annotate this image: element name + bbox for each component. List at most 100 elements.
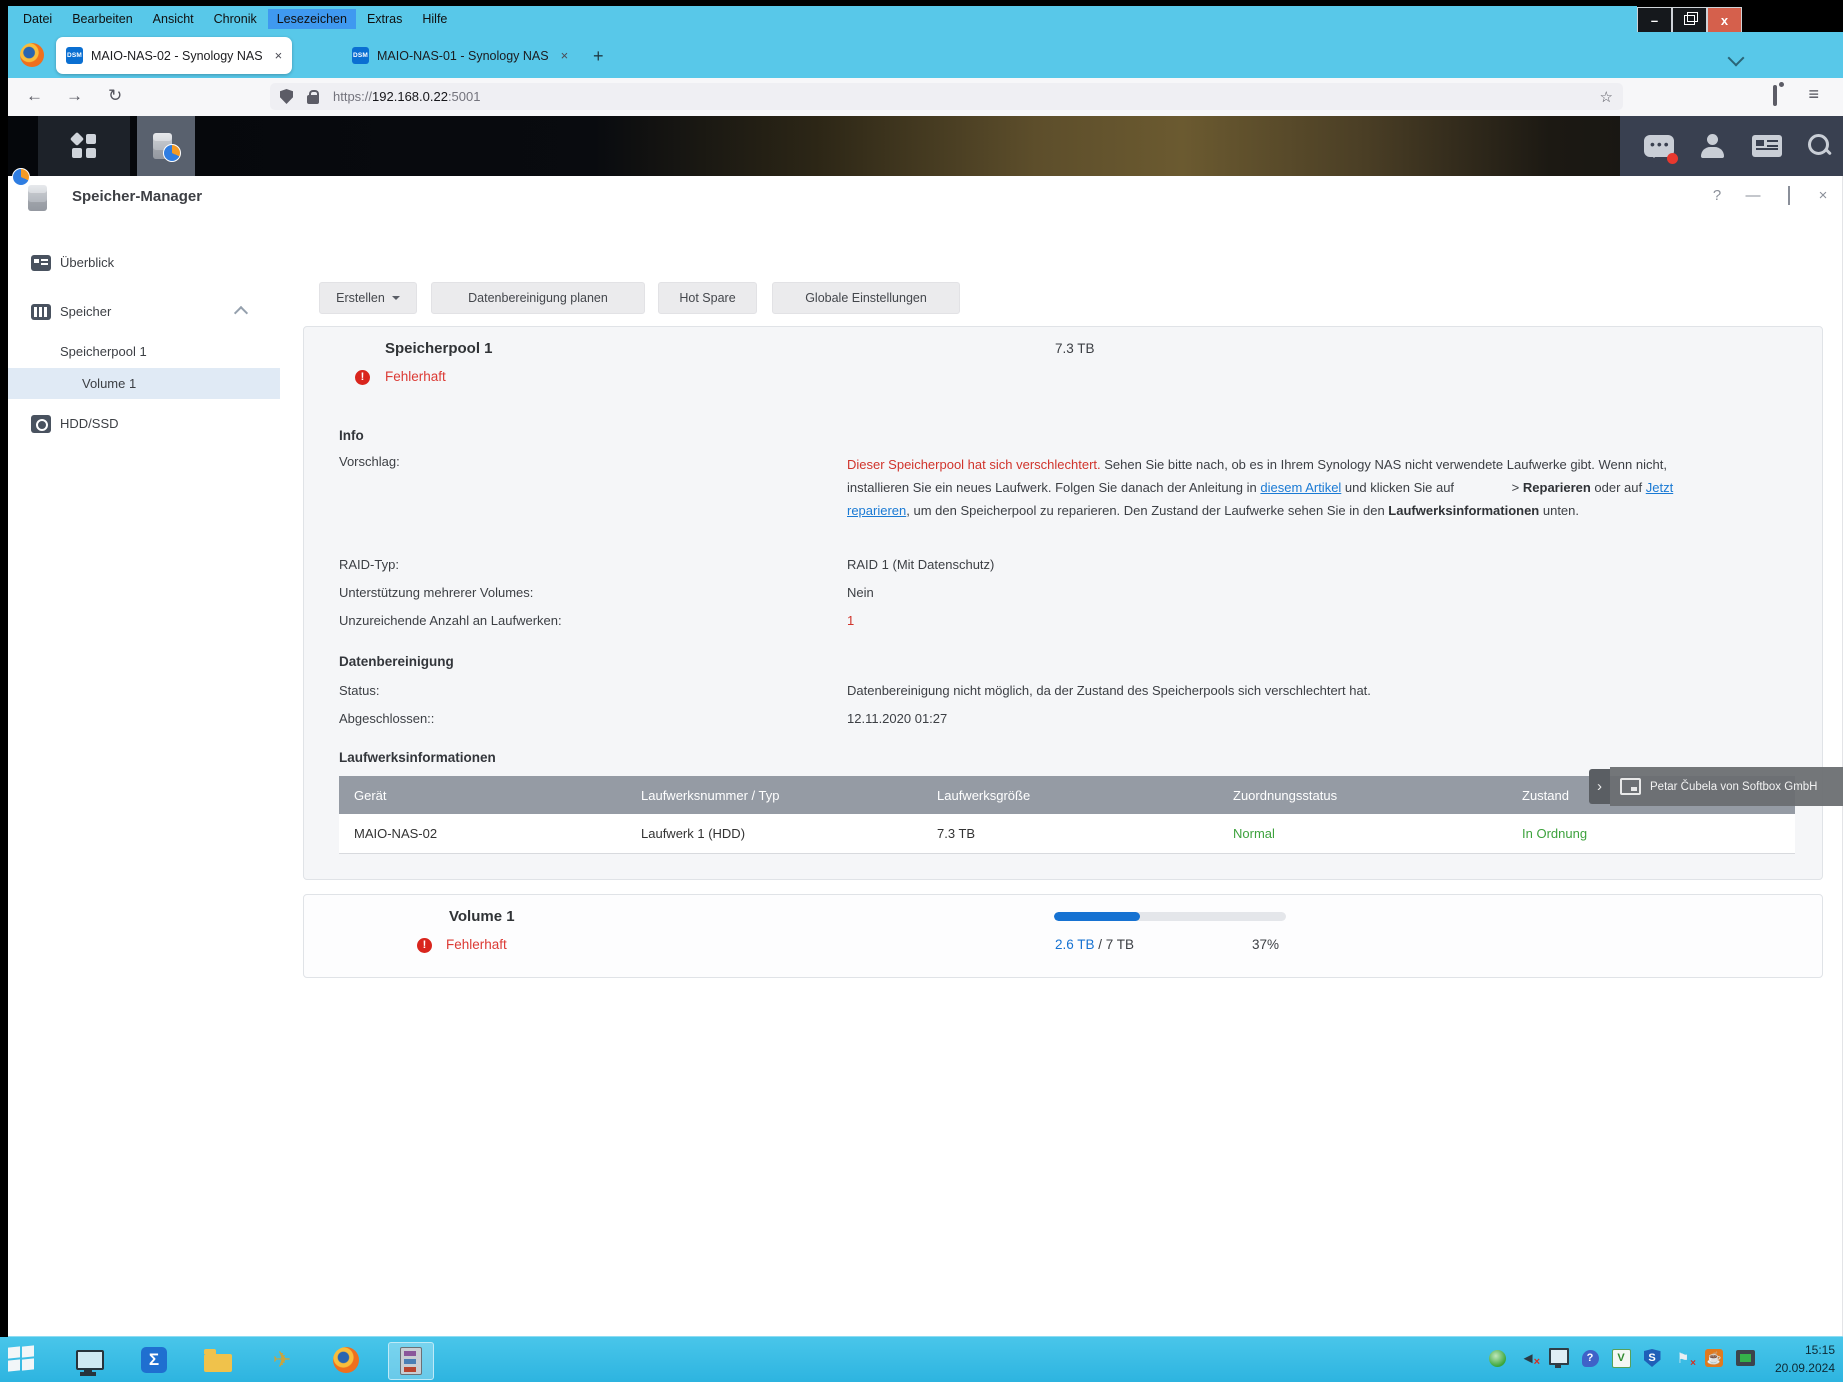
tab-close-icon[interactable]: × — [561, 48, 569, 63]
minimize-button[interactable]: – — [1637, 7, 1672, 33]
button-label: Erstellen — [336, 291, 385, 305]
taskbar-active-app-button[interactable] — [388, 1342, 434, 1380]
vorschlag-label: Vorschlag: — [339, 454, 400, 469]
menu-ansicht[interactable]: Ansicht — [144, 9, 203, 29]
sidebar-item-hdd-ssd[interactable]: HDD/SSD — [8, 408, 280, 439]
raid-value: RAID 1 (Mit Datenschutz) — [847, 557, 994, 572]
user-account-icon[interactable] — [1700, 134, 1726, 158]
overlay-collapse-arrow[interactable]: › — [1589, 769, 1610, 804]
window-minimize-button[interactable]: — — [1742, 187, 1764, 204]
dsm-storage-manager-task-button[interactable] — [137, 116, 195, 176]
erstellen-button[interactable]: Erstellen — [319, 282, 417, 314]
collapse-chevron-icon[interactable] — [234, 306, 248, 320]
hdd-icon — [31, 415, 51, 433]
bookmark-star-icon[interactable]: ☆ — [1600, 88, 1613, 106]
volume-card[interactable]: Volume 1 ! Fehlerhaft 2.6 TB / 7 TB 37% — [303, 894, 1823, 978]
new-tab-button[interactable]: + — [593, 46, 604, 67]
tab-list-chevron-icon[interactable] — [1728, 50, 1745, 67]
dsm-favicon: DSM — [66, 47, 83, 64]
reload-icon[interactable]: ↻ — [108, 86, 122, 106]
v-app-icon[interactable]: V — [1611, 1348, 1631, 1368]
info-heading: Info — [339, 428, 364, 443]
volume-used[interactable]: 2.6 TB — [1055, 937, 1095, 952]
desktop-corner — [1742, 6, 1843, 32]
sidebar-item-ueberblick[interactable]: Überblick — [8, 247, 280, 278]
folder-icon — [204, 1354, 232, 1372]
drive-table-row[interactable]: MAIO-NAS-02 Laufwerk 1 (HDD) 7.3 TB Norm… — [339, 814, 1795, 854]
insufficient-drives-value: 1 — [847, 613, 854, 628]
sigma-app-icon: Σ — [141, 1347, 167, 1373]
menu-hilfe[interactable]: Hilfe — [413, 9, 456, 29]
multivolume-value: Nein — [847, 585, 874, 600]
clock-time: 15:15 — [1775, 1341, 1835, 1359]
screen: Datei Bearbeiten Ansicht Chronik Lesezei… — [0, 0, 1843, 1382]
datenbereinigung-planen-button[interactable]: Datenbereinigung planen — [431, 282, 645, 314]
widgets-icon[interactable] — [1752, 135, 1782, 157]
browser-menubar: Datei Bearbeiten Ansicht Chronik Lesezei… — [8, 6, 1843, 32]
volume-muted-icon[interactable]: ◄× — [1518, 1348, 1538, 1368]
lock-icon[interactable] — [307, 95, 319, 104]
display-icon[interactable] — [1735, 1348, 1755, 1368]
storage-manager-window: Speicher-Manager ? — × Überblick Speiche… — [8, 176, 1843, 1337]
tray-green-app-icon[interactable] — [1487, 1348, 1507, 1368]
s-shield-icon[interactable]: S — [1642, 1348, 1662, 1368]
cell-drive-size: 7.3 TB — [922, 826, 1218, 841]
tab-close-icon[interactable]: × — [275, 48, 283, 63]
pool-status: Fehlerhaft — [385, 369, 446, 384]
sidebar-item-speicherpool-1[interactable]: Speicherpool 1 — [8, 336, 280, 367]
taskbar-app-sigma-button[interactable]: Σ — [132, 1342, 176, 1378]
sidebar-item-label: Überblick — [60, 255, 114, 270]
app-menu-icon[interactable]: ≡ — [1808, 85, 1819, 103]
start-button[interactable] — [8, 1346, 36, 1372]
taskbar-clock[interactable]: 15:15 20.09.2024 — [1775, 1341, 1835, 1377]
close-button[interactable]: x — [1707, 7, 1742, 33]
firefox-icon[interactable] — [20, 43, 44, 67]
help-balloon-icon[interactable]: ? — [1580, 1348, 1600, 1368]
taskbar-file-explorer-button[interactable] — [196, 1342, 240, 1378]
help-button[interactable]: ? — [1706, 187, 1728, 204]
dsm-main-menu-button[interactable] — [38, 116, 130, 176]
network-icon[interactable] — [1549, 1348, 1569, 1368]
scrub-completed-label: Abgeschlossen:: — [339, 711, 434, 726]
storage-manager-titlebar[interactable]: Speicher-Manager ? — × — [8, 176, 1842, 220]
extensions-puzzle-icon[interactable] — [1773, 87, 1777, 105]
sidebar-item-volume-1[interactable]: Volume 1 — [8, 368, 280, 399]
taskbar-mail-button[interactable]: ✈ — [260, 1342, 304, 1378]
url-bar[interactable]: https://192.168.0.22:5001 ☆ — [270, 83, 1623, 110]
url-text[interactable]: https://192.168.0.22:5001 — [333, 89, 480, 104]
volume-percent: 37% — [1252, 937, 1279, 952]
sidebar-item-speicher[interactable]: Speicher — [8, 296, 280, 327]
menu-lesezeichen[interactable]: Lesezeichen — [268, 9, 356, 29]
restore-icon — [1684, 15, 1695, 25]
menu-datei[interactable]: Datei — [14, 9, 61, 29]
taskbar-firefox-button[interactable] — [324, 1342, 368, 1378]
drive-table-header: Gerät Laufwerksnummer / Typ Laufwerksgrö… — [339, 776, 1795, 814]
menu-bearbeiten[interactable]: Bearbeiten — [63, 9, 141, 29]
notifications-icon[interactable]: ••• — [1644, 135, 1674, 157]
dsm-search-icon[interactable] — [1808, 134, 1832, 158]
url-port: :5001 — [448, 89, 481, 104]
menu-extras[interactable]: Extras — [358, 9, 411, 29]
cell-drive-number: Laufwerk 1 (HDD) — [626, 826, 922, 841]
tracking-shield-icon[interactable] — [280, 89, 293, 104]
cabinet-app-icon — [400, 1347, 422, 1375]
window-close-button[interactable]: × — [1812, 187, 1834, 204]
java-icon[interactable]: ☕ — [1704, 1348, 1724, 1368]
tab-maio-nas-02[interactable]: DSM MAIO-NAS-02 - Synology NAS × — [56, 37, 292, 74]
globale-einstellungen-button[interactable]: Globale Einstellungen — [772, 282, 960, 314]
taskbar-computer-button[interactable] — [68, 1342, 112, 1378]
vorschlag-text: Dieser Speicherpool hat sich verschlecht… — [847, 453, 1731, 522]
menu-chronik[interactable]: Chronik — [205, 9, 266, 29]
restore-button[interactable] — [1672, 7, 1707, 33]
window-title: Speicher-Manager — [72, 188, 202, 205]
col-laufwerksgroesse: Laufwerksgröße — [922, 788, 1218, 803]
tab-title: MAIO-NAS-02 - Synology NAS — [91, 49, 263, 63]
hot-spare-button[interactable]: Hot Spare — [658, 282, 757, 314]
window-restore-button[interactable] — [1778, 187, 1800, 204]
forward-icon[interactable]: → — [66, 86, 83, 106]
action-center-flag-icon[interactable]: ⚑× — [1673, 1348, 1693, 1368]
back-icon[interactable]: ← — [26, 86, 43, 106]
notification-badge — [1667, 153, 1678, 164]
sidebar-item-label: Speicher — [60, 304, 111, 319]
tab-maio-nas-01[interactable]: DSM MAIO-NAS-01 - Synology NAS × — [342, 37, 578, 74]
